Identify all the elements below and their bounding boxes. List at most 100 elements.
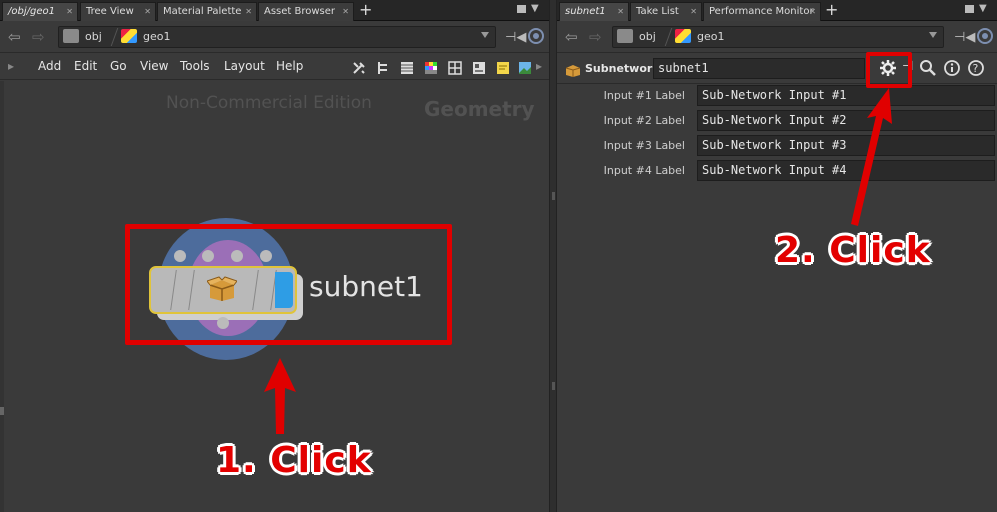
- menu-add[interactable]: Add: [38, 59, 61, 73]
- close-icon[interactable]: ✕: [342, 3, 349, 21]
- close-icon[interactable]: ✕: [809, 3, 816, 21]
- crumb-geo1[interactable]: geo1: [143, 29, 170, 45]
- chevron-down-icon[interactable]: [481, 32, 489, 38]
- svg-text:?: ?: [973, 62, 979, 75]
- parm-input-field[interactable]: Sub-Network Input #3: [697, 135, 995, 156]
- parm-input-field[interactable]: Sub-Network Input #2: [697, 110, 995, 131]
- parm-input-field[interactable]: Sub-Network Input #1: [697, 85, 995, 106]
- crumb-separator: [655, 28, 673, 46]
- more-tools-icon[interactable]: ▸: [536, 59, 542, 73]
- right-path-bar: ⇦ ⇨ obj geo1 ⊣◀: [557, 22, 997, 53]
- parm-row-input4: Input #4 Label Sub-Network Input #4: [557, 160, 997, 182]
- menu-tools[interactable]: Tools: [180, 59, 210, 73]
- annotation-step1-label: 1. Click: [216, 440, 372, 481]
- path-breadcrumb[interactable]: obj geo1: [612, 26, 944, 48]
- annotation-arrow-up: [264, 358, 296, 434]
- tab-material-palette[interactable]: Material Palette ✕: [157, 2, 257, 21]
- maximize-icon[interactable]: [965, 4, 974, 13]
- close-icon[interactable]: ✕: [245, 3, 252, 21]
- divider-grip[interactable]: [552, 382, 555, 390]
- tab-label: Tree View: [86, 6, 134, 17]
- maximize-icon[interactable]: [517, 4, 526, 13]
- image-icon[interactable]: [518, 60, 532, 74]
- crumb-geo1[interactable]: geo1: [697, 29, 724, 45]
- pane-options[interactable]: ▼: [517, 3, 539, 17]
- geo-context-icon: [675, 29, 691, 43]
- tab-tree-view[interactable]: Tree View ✕: [80, 2, 156, 21]
- pane-divider[interactable]: [549, 0, 557, 512]
- pane-options[interactable]: ▼: [965, 3, 987, 17]
- parm-row-input1: Input #1 Label Sub-Network Input #1: [557, 85, 997, 107]
- tree-layout-icon[interactable]: [376, 60, 390, 74]
- menu-view[interactable]: View: [140, 59, 168, 73]
- left-path-bar: ⇦ ⇨ obj geo1 ⊣◀: [0, 22, 549, 53]
- parm-label: Input #4 Label: [603, 164, 685, 177]
- path-breadcrumb[interactable]: obj geo1: [58, 26, 496, 48]
- tab-label: subnet1: [565, 6, 606, 17]
- menu-edit[interactable]: Edit: [74, 59, 97, 73]
- annotation-step2-label: 2. Click: [775, 230, 931, 271]
- pin-icon[interactable]: ⊣◀: [505, 30, 526, 45]
- menu-layout[interactable]: Layout: [224, 59, 265, 73]
- tab-label: Asset Browser: [264, 6, 336, 17]
- sticky-note-icon[interactable]: [496, 60, 510, 74]
- forward-arrow-icon[interactable]: ⇨: [589, 30, 602, 45]
- info-icon[interactable]: [943, 59, 961, 77]
- tab-label: Material Palette: [163, 6, 242, 17]
- non-commercial-watermark: Non-Commercial Edition: [166, 93, 372, 113]
- parm-label: Input #1 Label: [603, 89, 685, 102]
- link-target-icon[interactable]: [977, 28, 993, 44]
- search-icon[interactable]: [919, 59, 937, 77]
- close-icon[interactable]: ✕: [66, 3, 73, 21]
- tab-label: Performance Monitor: [709, 6, 814, 17]
- close-icon[interactable]: ✕: [617, 3, 624, 21]
- obj-context-icon: [617, 29, 633, 43]
- grid-view-icon[interactable]: [448, 60, 462, 75]
- close-icon[interactable]: ✕: [144, 3, 151, 21]
- color-palette-icon[interactable]: [424, 60, 438, 74]
- thumbnail-icon[interactable]: [472, 60, 486, 74]
- pane-menu-icon[interactable]: ▼: [531, 3, 539, 14]
- pin-icon[interactable]: ⊣◀: [954, 30, 975, 45]
- tab-performance-monitor[interactable]: Performance Monitor ✕: [703, 2, 821, 21]
- back-arrow-icon[interactable]: ⇦: [565, 30, 578, 45]
- menu-help[interactable]: Help: [276, 59, 303, 73]
- parm-row-input2: Input #2 Label Sub-Network Input #2: [557, 110, 997, 132]
- forward-arrow-icon[interactable]: ⇨: [32, 30, 45, 45]
- wrench-icon[interactable]: [352, 60, 366, 74]
- parm-row-input3: Input #3 Label Sub-Network Input #3: [557, 135, 997, 157]
- left-tab-bar: /obj/geo1 ✕ Tree View ✕ Material Palette ✕ …: [0, 0, 549, 21]
- annotation-arrow-diagonal: [851, 88, 892, 226]
- parm-label: Input #2 Label: [603, 114, 685, 127]
- tab-label: /obj/geo1: [8, 6, 55, 17]
- chevron-down-icon[interactable]: [929, 32, 937, 38]
- node-type-label: Subnetwork: [585, 62, 660, 75]
- help-icon[interactable]: ?: [967, 59, 985, 77]
- right-tab-bar: subnet1 ✕ Take List ✕ Performance Monitor ✕…: [557, 0, 997, 21]
- divider-grip[interactable]: [552, 192, 555, 200]
- pane-menu-icon[interactable]: ▼: [979, 3, 987, 14]
- list-view-icon[interactable]: [400, 60, 414, 74]
- add-tab-icon[interactable]: +: [825, 1, 838, 19]
- parm-label: Input #3 Label: [603, 139, 685, 152]
- tab-asset-browser[interactable]: Asset Browser ✕: [258, 2, 354, 21]
- network-editor-pane: /obj/geo1 ✕ Tree View ✕ Material Palette ✕ …: [0, 0, 549, 512]
- network-menu-bar: ▸ Add Edit Go View Tools Layout Help ▸: [0, 54, 549, 80]
- tab-subnet1[interactable]: subnet1 ✕: [559, 2, 629, 21]
- tab-take-list[interactable]: Take List ✕: [630, 2, 702, 21]
- back-arrow-icon[interactable]: ⇦: [8, 30, 21, 45]
- tab-label: Take List: [636, 6, 679, 17]
- parameter-header: Subnetwork subnet1 ⊣ ?: [557, 54, 997, 84]
- obj-context-icon: [63, 29, 79, 43]
- close-icon[interactable]: ✕: [690, 3, 697, 21]
- tab-obj-geo1[interactable]: /obj/geo1 ✕: [2, 2, 78, 21]
- menu-go[interactable]: Go: [110, 59, 127, 73]
- annotation-box-gear: [866, 52, 912, 88]
- parm-input-field[interactable]: Sub-Network Input #4: [697, 160, 995, 181]
- add-tab-icon[interactable]: +: [359, 1, 372, 19]
- link-target-icon[interactable]: [528, 28, 544, 44]
- menu-handle-icon[interactable]: ▸: [8, 59, 14, 73]
- crumb-obj[interactable]: obj: [639, 29, 656, 45]
- crumb-obj[interactable]: obj: [85, 29, 102, 45]
- node-name-field[interactable]: subnet1: [653, 58, 865, 79]
